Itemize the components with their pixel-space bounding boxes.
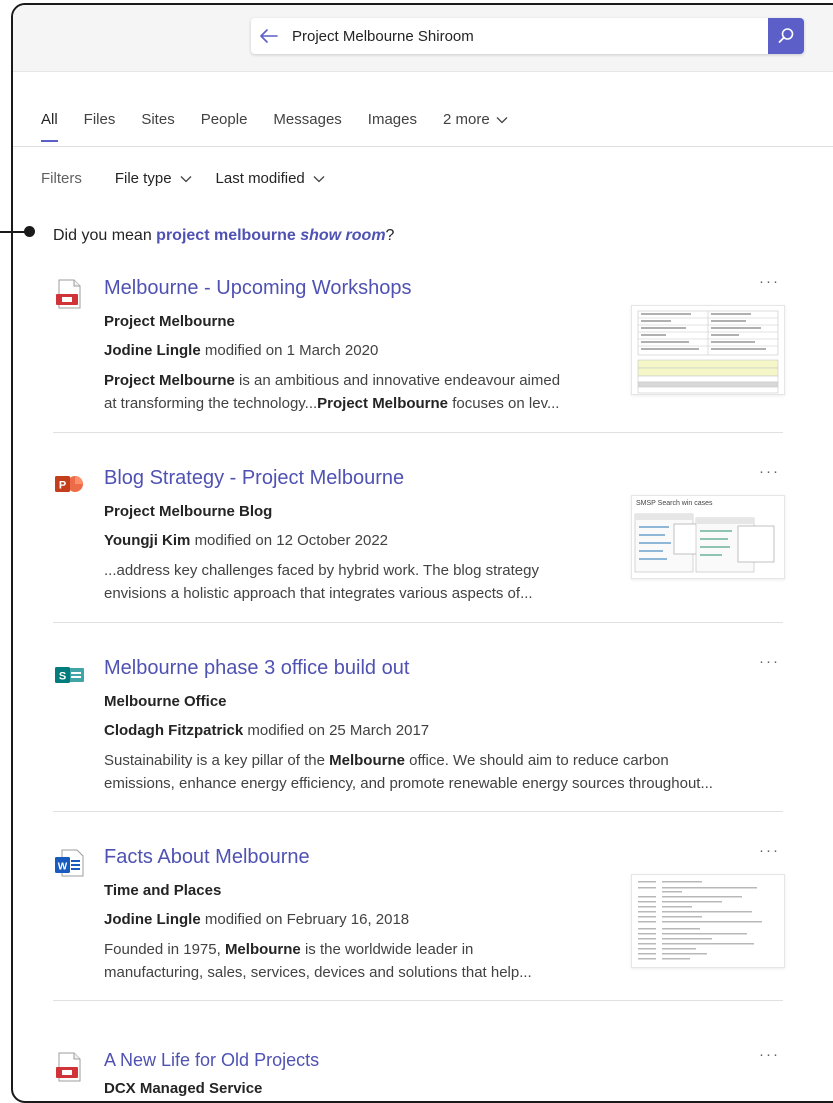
result-site: DCX Managed Service <box>104 1080 263 1097</box>
result-snippet: Sustainability is a key pillar of the Me… <box>104 749 713 795</box>
more-options-button[interactable]: ··· <box>759 653 780 670</box>
result-divider <box>53 432 783 433</box>
filter-file-type-label: File type <box>114 170 172 187</box>
svg-text:P: P <box>59 480 66 492</box>
result-title[interactable]: Facts About Melbourne <box>104 846 310 869</box>
did-you-mean-suffix: ? <box>385 227 395 244</box>
result-site: Melbourne Office <box>104 693 227 710</box>
suggestion-link[interactable]: project melbourne show room <box>156 227 385 244</box>
modified-text: modified on February 16, 2018 <box>204 911 410 928</box>
snippet-highlight: Melbourne <box>224 941 301 958</box>
file-pdf-icon <box>53 1052 85 1082</box>
author-name: Clodagh Fitzpatrick <box>104 722 244 739</box>
thumbnail-title: SMSP Search win cases <box>636 500 713 507</box>
chevron-down-icon <box>313 175 325 182</box>
result-modified: Jodine Lingle modified on February 16, 2… <box>104 911 409 928</box>
sharepoint-icon: S <box>53 659 85 687</box>
tab-files[interactable]: Files <box>84 111 116 128</box>
snippet-text: is an ambitious and innovative endeavour… <box>234 372 561 389</box>
result-thumbnail[interactable] <box>631 874 785 968</box>
annotation-dot <box>24 226 35 237</box>
result-site: Time and Places <box>104 882 222 899</box>
snippet-highlight: Project Melbourne <box>317 395 449 412</box>
tab-divider <box>13 146 833 147</box>
snippet-highlight: Melbourne <box>329 752 405 769</box>
tab-people[interactable]: People <box>201 111 248 128</box>
svg-text:S: S <box>59 671 66 683</box>
result-thumbnail[interactable]: SMSP Search win cases <box>631 495 785 579</box>
result-title[interactable]: A New Life for Old Projects <box>104 1050 319 1071</box>
result-divider <box>53 622 783 623</box>
suggestion-italic: show room <box>300 227 386 244</box>
tab-sites[interactable]: Sites <box>141 111 174 128</box>
search-box[interactable]: Project Melbourne Shiroom <box>251 18 804 54</box>
more-options-button[interactable]: ··· <box>759 463 780 480</box>
chevron-down-icon <box>496 116 508 123</box>
snippet-text: focuses on lev... <box>448 395 560 412</box>
modified-text: modified on 25 March 2017 <box>247 722 430 739</box>
snippet-text: Founded in 1975, <box>104 941 225 958</box>
snippet-text: office. We should aim to reduce carbon <box>404 752 669 769</box>
result-site: Project Melbourne Blog <box>104 503 273 520</box>
result-modified: Jodine Lingle modified on 1 March 2020 <box>104 342 378 359</box>
author-name: Youngji Kim <box>104 532 191 549</box>
tab-all[interactable]: All <box>41 111 58 142</box>
snippet-text: ...address key challenges faced by hybri… <box>104 562 539 579</box>
snippet-highlight: Project Melbourne <box>104 372 235 389</box>
powerpoint-icon: P <box>53 469 85 497</box>
word-icon: W <box>53 848 85 877</box>
did-you-mean: Did you mean project melbourne show room… <box>53 227 394 245</box>
snippet-text: envisions a holistic approach that integ… <box>104 585 533 602</box>
search-icon <box>778 28 794 43</box>
snippet-text: Sustainability is a key pillar of the <box>104 752 330 769</box>
app-window: Project Melbourne Shiroom All Files Site… <box>11 3 833 1103</box>
search-button[interactable] <box>768 18 804 54</box>
tab-more-label: 2 more <box>443 111 490 128</box>
snippet-text: emissions, enhance energy efficiency, an… <box>104 775 713 792</box>
file-pdf-icon <box>53 279 85 309</box>
tab-bar: All Files Sites People Messages Images 2… <box>41 111 534 142</box>
result-snippet: Founded in 1975, Melbourne is the worldw… <box>104 938 532 984</box>
modified-text: modified on 12 October 2022 <box>194 532 389 549</box>
snippet-text: at transforming the technology... <box>104 395 318 412</box>
filter-last-modified-label: Last modified <box>215 170 305 187</box>
suggestion-plain: project melbourne <box>156 227 296 244</box>
result-divider <box>53 1000 783 1001</box>
result-divider <box>53 811 783 812</box>
more-options-button[interactable]: ··· <box>759 842 780 859</box>
result-title[interactable]: Melbourne phase 3 office build out <box>104 657 409 680</box>
more-options-button[interactable]: ··· <box>759 273 780 290</box>
chevron-down-icon <box>180 175 192 182</box>
tab-more[interactable]: 2 more <box>443 111 508 128</box>
author-name: Jodine Lingle <box>104 911 201 928</box>
snippet-text: manufacturing, sales, services, devices … <box>104 964 532 981</box>
author-name: Jodine Lingle <box>104 342 201 359</box>
result-modified: Clodagh Fitzpatrick modified on 25 March… <box>104 722 429 739</box>
search-input[interactable]: Project Melbourne Shiroom <box>292 28 768 45</box>
result-title[interactable]: Blog Strategy - Project Melbourne <box>104 467 404 490</box>
svg-text:W: W <box>58 862 68 873</box>
filter-last-modified[interactable]: Last modified <box>216 170 325 187</box>
filters-label: Filters <box>41 170 82 187</box>
back-arrow-icon[interactable] <box>259 26 279 46</box>
tab-images[interactable]: Images <box>368 111 417 128</box>
did-you-mean-prefix: Did you mean <box>53 227 152 244</box>
result-thumbnail[interactable] <box>631 305 785 395</box>
result-snippet: Project Melbourne is an ambitious and in… <box>104 369 560 415</box>
result-site: Project Melbourne <box>104 313 235 330</box>
snippet-text: is the worldwide leader in <box>300 941 474 958</box>
result-modified: Youngji Kim modified on 12 October 2022 <box>104 532 388 549</box>
tab-messages[interactable]: Messages <box>273 111 341 128</box>
result-title[interactable]: Melbourne - Upcoming Workshops <box>104 277 412 300</box>
modified-text: modified on 1 March 2020 <box>204 342 379 359</box>
more-options-button[interactable]: ··· <box>759 1046 780 1063</box>
filters-row: Filters File type Last modified <box>41 170 349 187</box>
filter-file-type[interactable]: File type <box>115 170 192 187</box>
result-snippet: ...address key challenges faced by hybri… <box>104 559 539 605</box>
